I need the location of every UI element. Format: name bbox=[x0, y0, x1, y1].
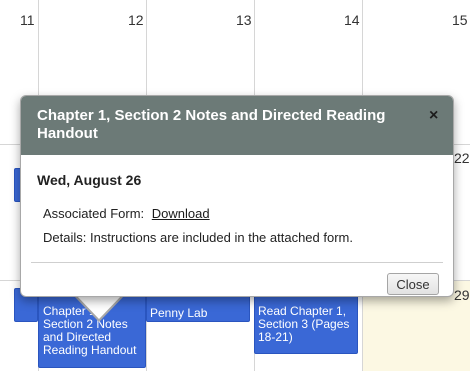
associated-form-row: Associated Form: Download bbox=[43, 206, 210, 221]
day-number: 14 bbox=[344, 12, 360, 28]
day-number: 12 bbox=[128, 12, 144, 28]
day-number: 15 bbox=[452, 12, 468, 28]
calendar-event-label: Read Chapter 1, Section 3 (Pages 18-21) bbox=[258, 304, 350, 344]
download-link[interactable]: Download bbox=[152, 206, 210, 221]
event-popover: Chapter 1, Section 2 Notes and Directed … bbox=[20, 95, 454, 297]
calendar-event-label: Penny Lab bbox=[150, 306, 208, 320]
day-number: 22 bbox=[454, 150, 470, 166]
event-date: Wed, August 26 bbox=[37, 172, 142, 188]
day-number: 13 bbox=[236, 12, 252, 28]
popover-header: Chapter 1, Section 2 Notes and Directed … bbox=[21, 96, 453, 155]
day-number: 29 bbox=[454, 287, 470, 303]
popover-title: Chapter 1, Section 2 Notes and Directed … bbox=[37, 107, 386, 142]
calendar-event[interactable]: Read Chapter 1, Section 3 (Pages 18-21) bbox=[254, 288, 358, 354]
day-number: 11 bbox=[20, 12, 35, 28]
associated-form-label: Associated Form: bbox=[43, 206, 145, 221]
close-button[interactable]: Close bbox=[387, 273, 439, 295]
event-details: Details: Instructions are included in th… bbox=[43, 230, 353, 245]
close-icon[interactable]: × bbox=[429, 108, 438, 124]
popover-divider bbox=[31, 262, 443, 263]
popover-arrow bbox=[76, 295, 122, 319]
